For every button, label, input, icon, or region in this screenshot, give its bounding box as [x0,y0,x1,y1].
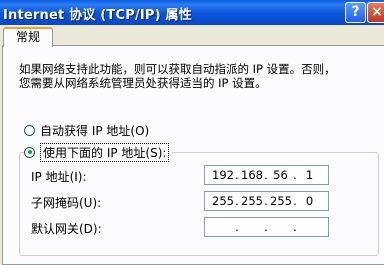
default-gateway-field[interactable]: . . . [204,217,329,237]
mask-octet-1[interactable]: 255 [212,194,234,208]
subnet-mask-field[interactable]: 255. 255. 255. 0 [204,191,329,211]
question-icon: ? [351,4,360,20]
ip-octet-3[interactable]: 56 [270,168,291,182]
manual-ip-radio[interactable] [24,146,35,158]
auto-ip-label[interactable]: 自动获得 IP 地址(O) [40,122,149,139]
tab-general-label: 常规 [15,30,40,44]
default-gateway-label: 默认网关(D): [31,222,102,236]
mask-octet-3[interactable]: 255 [270,194,292,208]
description-line-2: 您需要从网络系统管理员处获得适当的 IP 设置。 [19,76,267,90]
title-bar[interactable]: Internet 协议 (TCP/IP) 属性 ? × [0,0,384,25]
manual-ip-option[interactable]: 使用下面的 IP 地址(S): [24,142,173,162]
description-text: 如果网络支持此功能，则可以获取自动指派的 IP 设置。否则， 您需要从网络系统管… [19,62,369,90]
ip-octet-2[interactable]: 168 [241,168,263,182]
subnet-mask-label: 子网掩码(U): [31,196,102,210]
auto-ip-option[interactable]: 自动获得 IP 地址(O) [24,122,149,138]
close-button[interactable]: × [367,2,384,23]
help-button[interactable]: ? [345,2,366,23]
description-line-1: 如果网络支持此功能，则可以获取自动指派的 IP 设置。否则， [19,62,336,76]
mask-octet-4[interactable]: 0 [299,194,320,208]
mask-octet-2[interactable]: 255 [241,194,263,208]
auto-ip-radio[interactable] [24,124,35,136]
ip-octet-4[interactable]: 1 [299,168,320,182]
manual-ip-label[interactable]: 使用下面的 IP 地址(S): [40,142,170,162]
window-title: Internet 协议 (TCP/IP) 属性 [3,8,192,23]
ip-address-label: IP 地址(I): [31,170,87,184]
tab-general[interactable]: 常规 [3,27,53,47]
ip-address-field[interactable]: 192. 168. 56. 1 [204,165,329,185]
ip-octet-1[interactable]: 192 [212,168,234,182]
close-icon: × [371,4,383,20]
